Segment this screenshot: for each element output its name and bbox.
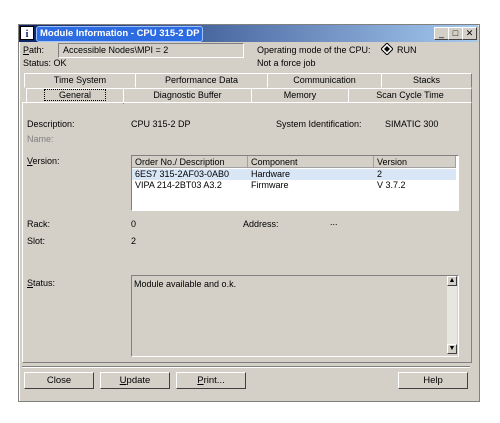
- system-id-label: System Identification:: [276, 119, 362, 129]
- help-button[interactable]: Help: [398, 372, 468, 389]
- tab-memory[interactable]: Memory: [251, 88, 349, 103]
- minimize-icon[interactable]: _: [434, 27, 449, 40]
- tab-performance-data[interactable]: Performance Data: [135, 73, 268, 88]
- status-label: Status:: [23, 58, 52, 68]
- column-header-order-no[interactable]: Order No./ Description: [132, 156, 248, 168]
- tab-general-label: General: [43, 89, 107, 101]
- tab-stacks[interactable]: Stacks: [381, 73, 472, 88]
- module-info-icon: i: [20, 26, 34, 40]
- operating-mode-label: Operating mode of the CPU:: [257, 45, 371, 55]
- run-diamond-icon: [380, 42, 394, 56]
- update-button[interactable]: Update: [100, 372, 170, 389]
- column-header-component[interactable]: Component: [248, 156, 374, 168]
- status-text: Module available and o.k.: [134, 279, 237, 289]
- table-cell: Firmware: [251, 180, 289, 190]
- table-cell: 2: [377, 169, 383, 179]
- table-cell: 6ES7 315-2AF03-0AB0: [135, 169, 230, 179]
- slot-label: Slot:: [27, 236, 46, 246]
- column-header-version[interactable]: Version: [374, 156, 456, 168]
- table-cell: V 3.7.2: [377, 180, 406, 190]
- version-label: Version:: [27, 156, 60, 166]
- operating-mode-value: RUN: [397, 45, 417, 55]
- address-label: Address:: [243, 219, 279, 229]
- scroll-down-icon[interactable]: ▼: [447, 344, 457, 354]
- force-job-text: Not a force job: [257, 58, 316, 68]
- tab-time-system[interactable]: Time System: [24, 73, 136, 88]
- table-cell: VIPA 214-2BT03 A3.2: [135, 180, 222, 190]
- rack-label: Rack:: [27, 219, 51, 229]
- svg-text:i: i: [26, 29, 29, 40]
- tab-communication[interactable]: Communication: [267, 73, 382, 88]
- window-title: Module Information - CPU 315-2 DP: [36, 26, 204, 42]
- path-value: Accessible Nodes\MPI = 2: [63, 45, 169, 55]
- name-label: Name:: [27, 134, 54, 144]
- system-id-value: SIMATIC 300: [385, 119, 439, 129]
- status-line: Status: OK: [23, 58, 67, 69]
- address-value: ...: [330, 217, 338, 227]
- path-label: Path:: [23, 45, 45, 55]
- button-separator: [22, 366, 470, 368]
- close-icon[interactable]: ✕: [462, 27, 477, 40]
- status-scrollbar[interactable]: [447, 276, 457, 354]
- slot-value: 2: [131, 236, 137, 246]
- status-value: OK: [53, 58, 67, 68]
- tab-diagnostic-buffer[interactable]: Diagnostic Buffer: [123, 88, 252, 103]
- table-cell: Hardware: [251, 169, 291, 179]
- rack-value: 0: [131, 219, 137, 229]
- maximize-icon[interactable]: □: [448, 27, 463, 40]
- description-value: CPU 315-2 DP: [131, 119, 191, 129]
- description-label: Description:: [27, 119, 75, 129]
- close-button[interactable]: Close: [24, 372, 94, 389]
- module-status-label: Status:: [27, 278, 56, 288]
- path-field: Accessible Nodes\MPI = 2: [58, 43, 244, 58]
- tab-scan-cycle-time[interactable]: Scan Cycle Time: [348, 88, 472, 103]
- scroll-up-icon[interactable]: ▲: [447, 276, 457, 286]
- print-button[interactable]: Print...: [176, 372, 246, 389]
